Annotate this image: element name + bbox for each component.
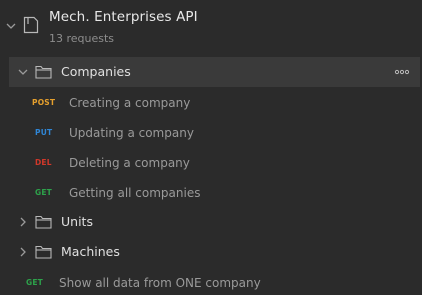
folder-icon [35, 65, 52, 79]
request-label: Deleting a company [69, 156, 190, 170]
request-row[interactable]: DEL Deleting a company [0, 148, 422, 178]
folder-label: Machines [61, 244, 120, 259]
collection-header[interactable]: Mech. Enterprises API 13 requests [0, 0, 422, 56]
request-label: Creating a company [69, 96, 191, 110]
folder-icon [35, 245, 52, 259]
folder-row-machines[interactable]: Machines [0, 237, 422, 267]
folder-label: Units [61, 214, 93, 229]
folder-label: Companies [61, 64, 131, 79]
chevron-down-icon[interactable] [5, 20, 17, 32]
chevron-right-icon[interactable] [17, 216, 29, 228]
collection-icon [23, 16, 39, 34]
method-badge-delete: DEL [35, 158, 52, 167]
chevron-right-icon[interactable] [17, 246, 29, 258]
folder-icon [35, 215, 52, 229]
request-row[interactable]: PUT Updating a company [0, 118, 422, 148]
method-badge-get: GET [26, 278, 43, 287]
request-row[interactable]: POST Creating a company [0, 88, 422, 118]
more-options-icon[interactable] [394, 66, 410, 78]
request-label: Show all data from ONE company [59, 276, 261, 290]
collection-request-count: 13 requests [49, 32, 115, 45]
method-badge-post: POST [32, 98, 56, 107]
method-badge-get: GET [35, 188, 52, 197]
collection-sidebar: Mech. Enterprises API 13 requests Compan… [0, 0, 422, 295]
request-label: Updating a company [69, 126, 194, 140]
request-row[interactable]: GET Show all data from ONE company [0, 268, 422, 295]
collection-name: Mech. Enterprises API [49, 9, 198, 25]
folder-row-units[interactable]: Units [0, 207, 422, 237]
chevron-down-icon[interactable] [17, 66, 29, 78]
folder-row-companies[interactable]: Companies [9, 57, 420, 87]
method-badge-put: PUT [35, 128, 53, 137]
request-row[interactable]: GET Getting all companies [0, 178, 422, 208]
request-label: Getting all companies [69, 186, 201, 200]
